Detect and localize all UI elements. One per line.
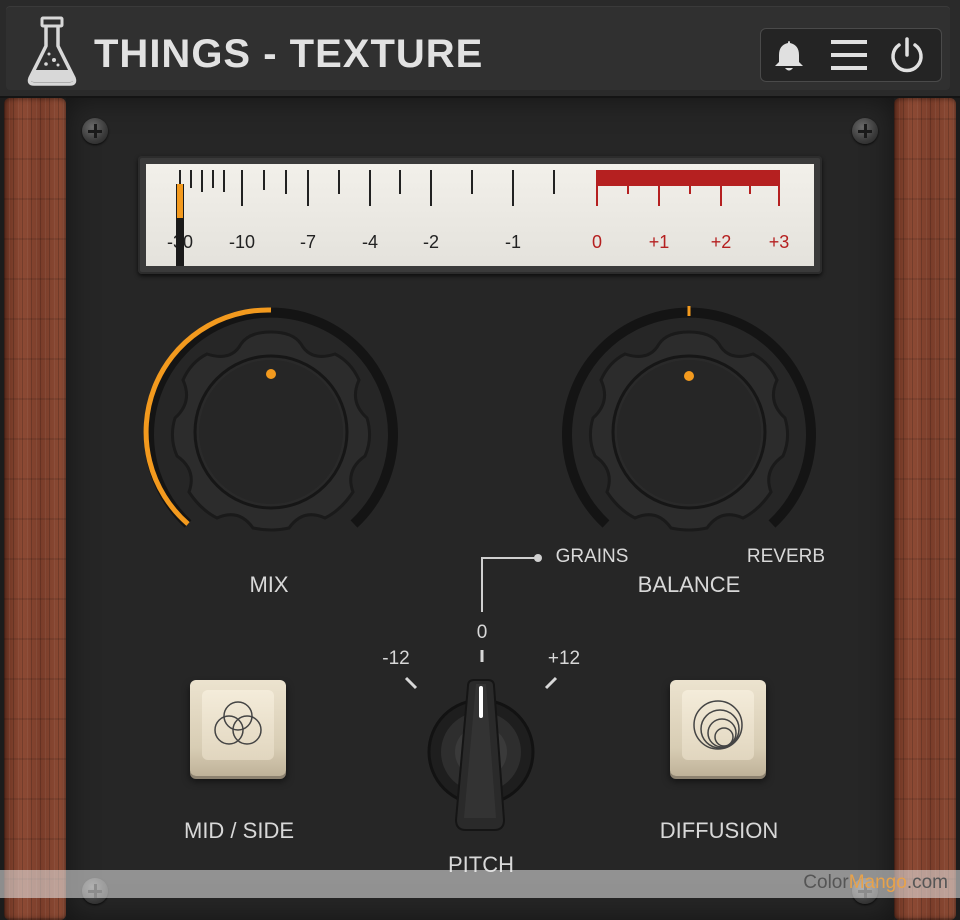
menu-icon[interactable]: [829, 35, 869, 75]
pitch-switch-indicator: [479, 686, 483, 718]
mix-knob[interactable]: [138, 300, 404, 540]
mid-side-keycap-face: [202, 690, 274, 760]
wood-side-right: [894, 98, 956, 920]
balance-right-label: REVERB: [746, 546, 826, 567]
toolbar: [760, 28, 942, 82]
mid-side-label: MID / SIDE: [183, 818, 295, 843]
vu-meter-face: -30 -10 -7 -4 -2 -1 0 +1 +2 +3: [146, 164, 814, 266]
meter-label-m2: -2: [423, 232, 439, 252]
diffusion-button[interactable]: [670, 680, 766, 776]
diffusion-keycap-face: [682, 690, 754, 760]
red-zone-bar: [596, 170, 780, 186]
diffusion-label: DIFFUSION: [659, 818, 779, 843]
meter-label-p1: +1: [649, 232, 670, 252]
watermark-bar: ColorMango.com: [0, 870, 960, 898]
meter-needle-tip: [177, 184, 183, 218]
meter-label-m4: -4: [362, 232, 378, 252]
app-title: THINGS - TEXTURE: [94, 32, 484, 76]
meter-label-p2: +2: [711, 232, 732, 252]
meter-label-0: 0: [592, 232, 602, 252]
flask-logo-icon: [27, 16, 77, 86]
header-inner: THINGS - TEXTURE: [6, 6, 950, 90]
power-icon[interactable]: [887, 35, 927, 75]
mix-label: MIX: [249, 572, 289, 597]
diffusion-icon: [693, 700, 743, 750]
meter-label-m1: -1: [505, 232, 521, 252]
bell-icon[interactable]: [769, 35, 809, 75]
pitch-switch[interactable]: [400, 640, 570, 840]
watermark-part-3: .com: [906, 872, 948, 893]
pitch-connector-line: [481, 554, 542, 612]
wood-side-left: [4, 98, 66, 920]
vu-meter-scale: -30 -10 -7 -4 -2 -1 0 +1 +2 +3: [167, 170, 790, 266]
balance-knob[interactable]: [556, 300, 822, 540]
meter-label-p3: +3: [769, 232, 790, 252]
screw-top-left: [82, 118, 108, 144]
balance-left-label: GRAINS: [555, 546, 629, 567]
mix-knob-indicator: [266, 369, 276, 379]
mid-side-button[interactable]: [190, 680, 286, 776]
watermark-text: ColorMango.com: [803, 872, 948, 894]
balance-label: BALANCE: [637, 572, 741, 597]
watermark-part-1: Color: [803, 872, 849, 893]
screw-top-right: [852, 118, 878, 144]
watermark-part-2: Mango: [848, 872, 907, 893]
balance-knob-indicator: [684, 371, 694, 381]
vu-meter: -30 -10 -7 -4 -2 -1 0 +1 +2 +3: [138, 156, 822, 274]
meter-label-m10: -10: [229, 232, 255, 252]
header-bar: THINGS - TEXTURE: [0, 0, 960, 98]
meter-label-m7: -7: [300, 232, 316, 252]
mid-side-icon: [214, 701, 262, 745]
